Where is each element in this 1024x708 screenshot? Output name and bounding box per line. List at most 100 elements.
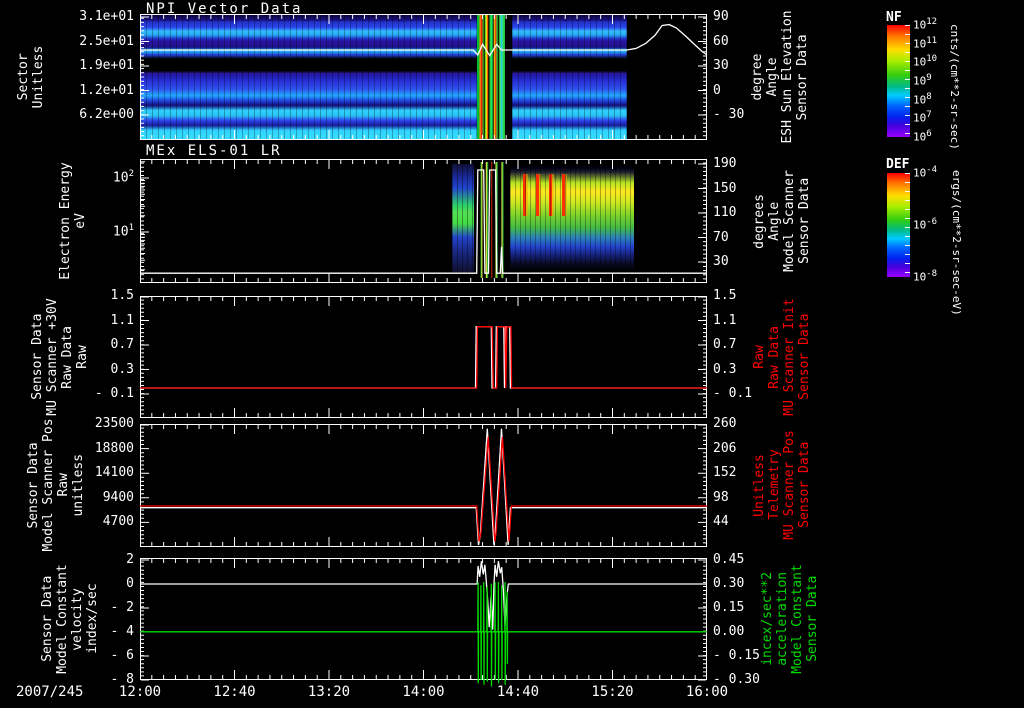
right-y-tick-label: 90 [713,9,729,24]
panel4-y-axis-label: Sensor Data Model Scanner Pos Raw unitless [26,418,86,551]
axis-ticks [141,160,706,282]
axis-label-line: Sensor Data [795,33,810,121]
y-tick-label: 1.9e+01 [79,58,134,73]
axis-label-line: Model Scanner [782,170,797,272]
series-line [140,326,707,389]
panel1-y-axis-label: Sector Unitless [16,46,46,109]
axis-label-line: Sector [16,53,31,101]
y-tick-label: - 6 [110,648,134,663]
right-y-tick-label: 98 [713,489,729,505]
axis-label-line: Sensor Data [797,441,812,529]
axis-label-line: Sensor Data [26,441,41,529]
panel-frame-velocity [140,558,707,687]
axis-label-line: degree [750,53,765,101]
axis-label-line: Unitless [31,45,46,109]
y-tick-label: 0.7 [110,337,134,352]
y-tick-label: 2 [126,552,134,567]
right-y-tick-label: 30 [713,254,729,269]
right-y-tick-label: 1.5 [713,288,737,303]
axis-label-line: Sensor Data [797,177,812,265]
axes-frame [140,558,707,680]
y-tick-label: 18800 [94,440,134,456]
y-tick-label: 4700 [102,514,134,530]
y-tick-label: - 0.1 [94,386,134,401]
colorbar-tick-label: 106 [913,129,932,144]
time-tick-label: 13:20 [307,684,351,700]
axes-frame [140,14,707,140]
y-tick-label: - 4 [110,624,134,639]
y-tick-label: 1.2e+01 [79,82,134,98]
right-y-tick-label: 0.00 [713,624,745,639]
axis-label-line: Angle [765,57,780,97]
axis-label-line: Sensor Data [805,575,820,663]
colorbar-tick-label: 109 [913,73,932,88]
right-y-tick-label: 0 [713,82,721,98]
y-tick-label: 23500 [94,416,134,431]
plot-window: NPI Vector Data MEx ELS-01 LR Sector Unit… [0,0,1024,708]
axes-frame [140,296,707,418]
right-y-tick-label: 0.30 [713,576,745,591]
colorbar-nf-label: NF [886,10,902,25]
panel-frame-els [140,159,707,283]
right-y-tick-label: 0.45 [713,552,745,567]
axis-label-line: unitless [71,453,86,517]
right-y-tick-label: 1.1 [713,312,737,328]
axis-label-line: Model Scanner Pos [41,418,56,552]
y-tick-label: 9400 [102,489,134,505]
time-tick-label: 14:40 [496,684,540,700]
right-y-tick-label: 260 [713,416,737,431]
y-tick-label: 3.1e+01 [79,9,134,24]
y-tick-label: 0.3 [110,361,134,377]
axis-label-line: Sensor Data [40,575,55,663]
axis-label-line: Raw [56,473,71,497]
y-tick-label: 1.1 [110,312,134,328]
y-tick-label: 102 [112,169,134,186]
time-tick-label: 14:00 [402,684,445,700]
right-y-tick-label: 30 [713,58,729,73]
right-y-tick-label: 206 [713,440,737,456]
right-y-tick-label: 110 [713,205,737,220]
axes-frame [140,424,707,547]
colorbar-tick-label: 1012 [913,17,938,32]
right-y-tick-label: 70 [713,229,729,245]
colorbar-def-units: ergs/(cm**2-sr-sec-eV) [950,170,963,316]
axis-ticks [141,296,706,417]
y-tick-label: 14100 [94,465,134,481]
colorbar-nf-ticks [905,25,910,137]
series-line [140,436,707,542]
right-y-tick-label: 152 [713,465,737,481]
colorbar-tick-label: 10-4 [913,165,938,180]
right-y-tick-label: - 30 [713,107,745,122]
panel1-right-axis-label: Sensor Data ESH Sun Elevation Angle degree [750,10,810,143]
overlay-line-els [140,169,707,274]
colorbar-def-label: DEF [886,157,910,172]
series-line [140,561,707,630]
panel2-title: MEx ELS-01 LR [146,143,282,159]
y-tick-label: 6.2e+00 [79,107,134,122]
axis-label-line: acceleration [775,572,790,666]
colorbar-def [886,172,911,278]
colorbar-tick-label: 10-6 [913,217,938,232]
panel-frame-npi [140,14,708,140]
axis-label-line: Sensor Data [30,313,45,401]
panel-frame-scannerpos [140,424,707,547]
axis-label-line: MU Scanner Pos [782,430,797,540]
right-y-tick-label: - 0.1 [713,386,753,401]
panel-frame-scanner30v [140,296,707,418]
y-tick-label: 1.5 [110,288,134,303]
axis-ticks [141,15,706,139]
axis-ticks [141,559,706,681]
right-y-tick-label: 190 [713,156,737,171]
right-y-tick-label: - 0.30 [713,672,760,687]
colorbar-nf [886,24,911,138]
right-y-tick-label: 0.15 [713,600,745,615]
right-y-tick-label: 60 [713,33,729,49]
time-tick-label: 12:40 [213,684,256,700]
right-y-tick-label: 150 [713,180,737,196]
colorbar-def-ticks [905,173,910,277]
y-tick-label: 2.5e+01 [79,33,134,49]
right-y-tick-label: - 0.15 [713,648,760,663]
right-y-tick-label: 0.3 [713,361,737,377]
y-tick-label: - 8 [110,672,134,687]
right-y-tick-label: 44 [713,514,729,530]
